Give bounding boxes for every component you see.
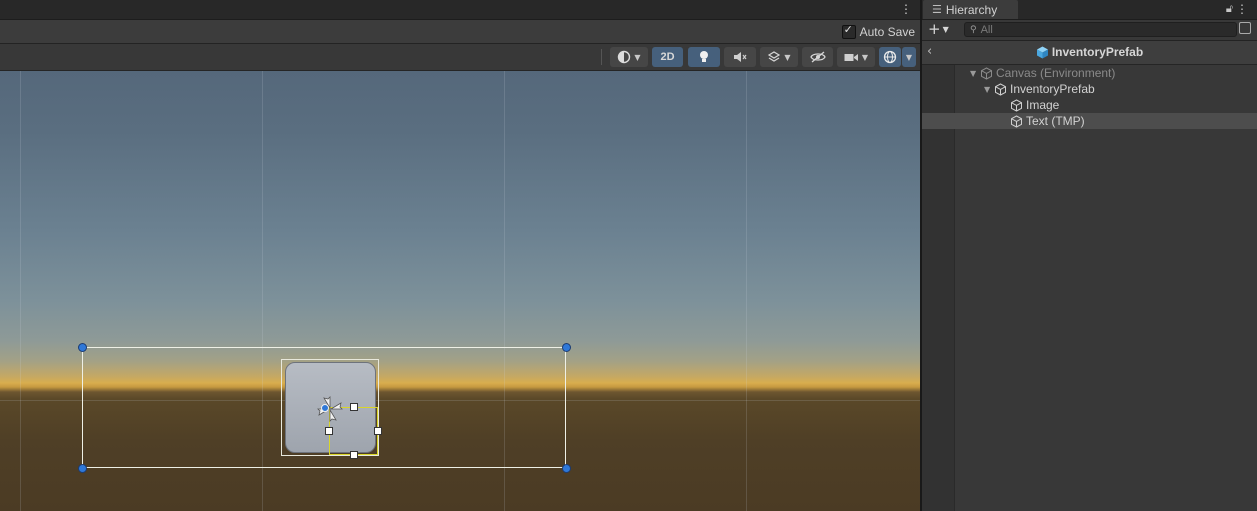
prefab-cube-icon (1036, 46, 1048, 58)
fold-triangle-icon[interactable]: ▼ (984, 85, 994, 94)
scene-kebab-menu-icon[interactable]: ⋮ (900, 2, 912, 16)
effects-icon (768, 51, 781, 62)
gizmos-dropdown[interactable]: ▼ (902, 47, 916, 67)
pivot-anchor-icon[interactable] (317, 396, 343, 422)
search-icon: ⚲ (970, 24, 977, 35)
tab-hierarchy[interactable]: ☰ Hierarchy (923, 0, 1018, 19)
audio-mute-icon (734, 52, 747, 62)
scene-view-panel: ⋮ Auto Save ▼ 2D (0, 0, 920, 511)
rect-corner-handle[interactable] (78, 343, 87, 352)
gizmos-icon (883, 50, 897, 64)
breadcrumb-title-label: InventoryPrefab (1051, 45, 1144, 59)
rect-edge-handle[interactable] (350, 451, 358, 459)
hierarchy-kebab-menu-icon[interactable]: ⋮ (1236, 2, 1248, 16)
rect-corner-handle[interactable] (562, 343, 571, 352)
gameobject-cube-icon (995, 82, 1006, 96)
rect-edge-handle[interactable] (374, 427, 382, 435)
hierarchy-toolbar: + ▼ ⚲ All (922, 20, 1257, 41)
hierarchy-panel: ☰ Hierarchy 🔓︎ ⋮ + ▼ ⚲ All ‹ InventoryPre… (922, 0, 1257, 511)
rect-corner-handle[interactable] (562, 464, 571, 473)
prefab-breadcrumb: ‹ InventoryPrefab (922, 41, 1257, 65)
chevron-down-icon: ▼ (634, 52, 641, 62)
tree-item-canvas-environment[interactable]: ▼ Canvas (Environment) (922, 65, 1257, 81)
list-icon: ☰ (932, 3, 942, 16)
camera-dropdown[interactable]: ▼ (837, 47, 875, 67)
2d-mode-button[interactable]: 2D (652, 47, 683, 67)
auto-save-label: Auto Save (859, 25, 915, 39)
auto-save-toggle[interactable]: Auto Save (841, 23, 915, 40)
scene-visibility-toggle[interactable] (802, 47, 833, 67)
lighting-toggle[interactable] (688, 47, 720, 67)
tree-item-text-tmp[interactable]: Text (TMP) (922, 113, 1257, 129)
rect-edge-handle[interactable] (325, 427, 333, 435)
tab-hierarchy-label: Hierarchy (945, 2, 998, 17)
hierarchy-search-input[interactable]: ⚲ All (964, 22, 1237, 37)
gizmos-toggle[interactable] (879, 47, 901, 67)
tree-item-label: Text (TMP) (1026, 114, 1085, 128)
add-object-button[interactable]: + ▼ (928, 21, 949, 40)
scene-tab-bar: ⋮ (0, 0, 920, 20)
rect-edge-handle[interactable] (350, 403, 358, 411)
shading-mode-icon (618, 50, 631, 64)
gameobject-cube-icon (1011, 98, 1022, 112)
tree-gutter-divider (954, 65, 955, 511)
tree-item-image[interactable]: Image (922, 97, 1257, 113)
tree-item-label: InventoryPrefab (1010, 82, 1095, 96)
chevron-down-icon: ▼ (942, 25, 949, 34)
scene-visibility-button[interactable] (1239, 22, 1251, 34)
chevron-down-icon: ▼ (861, 52, 869, 62)
toolbar-separator (601, 49, 602, 65)
prefab-mode-bar: Auto Save (0, 20, 920, 44)
audio-toggle[interactable] (724, 47, 756, 67)
scene-visibility-icon (809, 51, 826, 63)
chevron-down-icon: ▼ (905, 52, 913, 62)
breadcrumb-title: InventoryPrefab (922, 45, 1257, 59)
shading-mode-dropdown[interactable]: ▼ (610, 47, 648, 67)
fold-triangle-icon[interactable]: ▼ (970, 69, 980, 78)
scene-toolbar: ▼ 2D ▼ ▼ ▼ (0, 44, 920, 71)
tree-item-inventoryprefab[interactable]: ▼ InventoryPrefab (922, 81, 1257, 97)
hierarchy-tab-bar: ☰ Hierarchy 🔓︎ ⋮ (922, 0, 1257, 20)
grid-line (20, 71, 21, 511)
rect-corner-handle[interactable] (78, 464, 87, 473)
effects-dropdown[interactable]: ▼ (760, 47, 798, 67)
tree-item-label: Canvas (Environment) (996, 66, 1116, 80)
lightbulb-icon (700, 51, 708, 62)
chevron-down-icon: ▼ (784, 52, 791, 62)
lock-icon[interactable]: 🔓︎ (1226, 2, 1233, 16)
tree-item-label: Image (1026, 98, 1060, 112)
grid-line (746, 71, 747, 511)
gameobject-cube-icon (981, 66, 992, 80)
tree-gutter (922, 65, 954, 511)
gameobject-cube-icon (1011, 114, 1022, 128)
search-placeholder: All (980, 23, 993, 36)
auto-save-checkbox[interactable] (841, 23, 856, 39)
camera-icon (844, 53, 858, 61)
